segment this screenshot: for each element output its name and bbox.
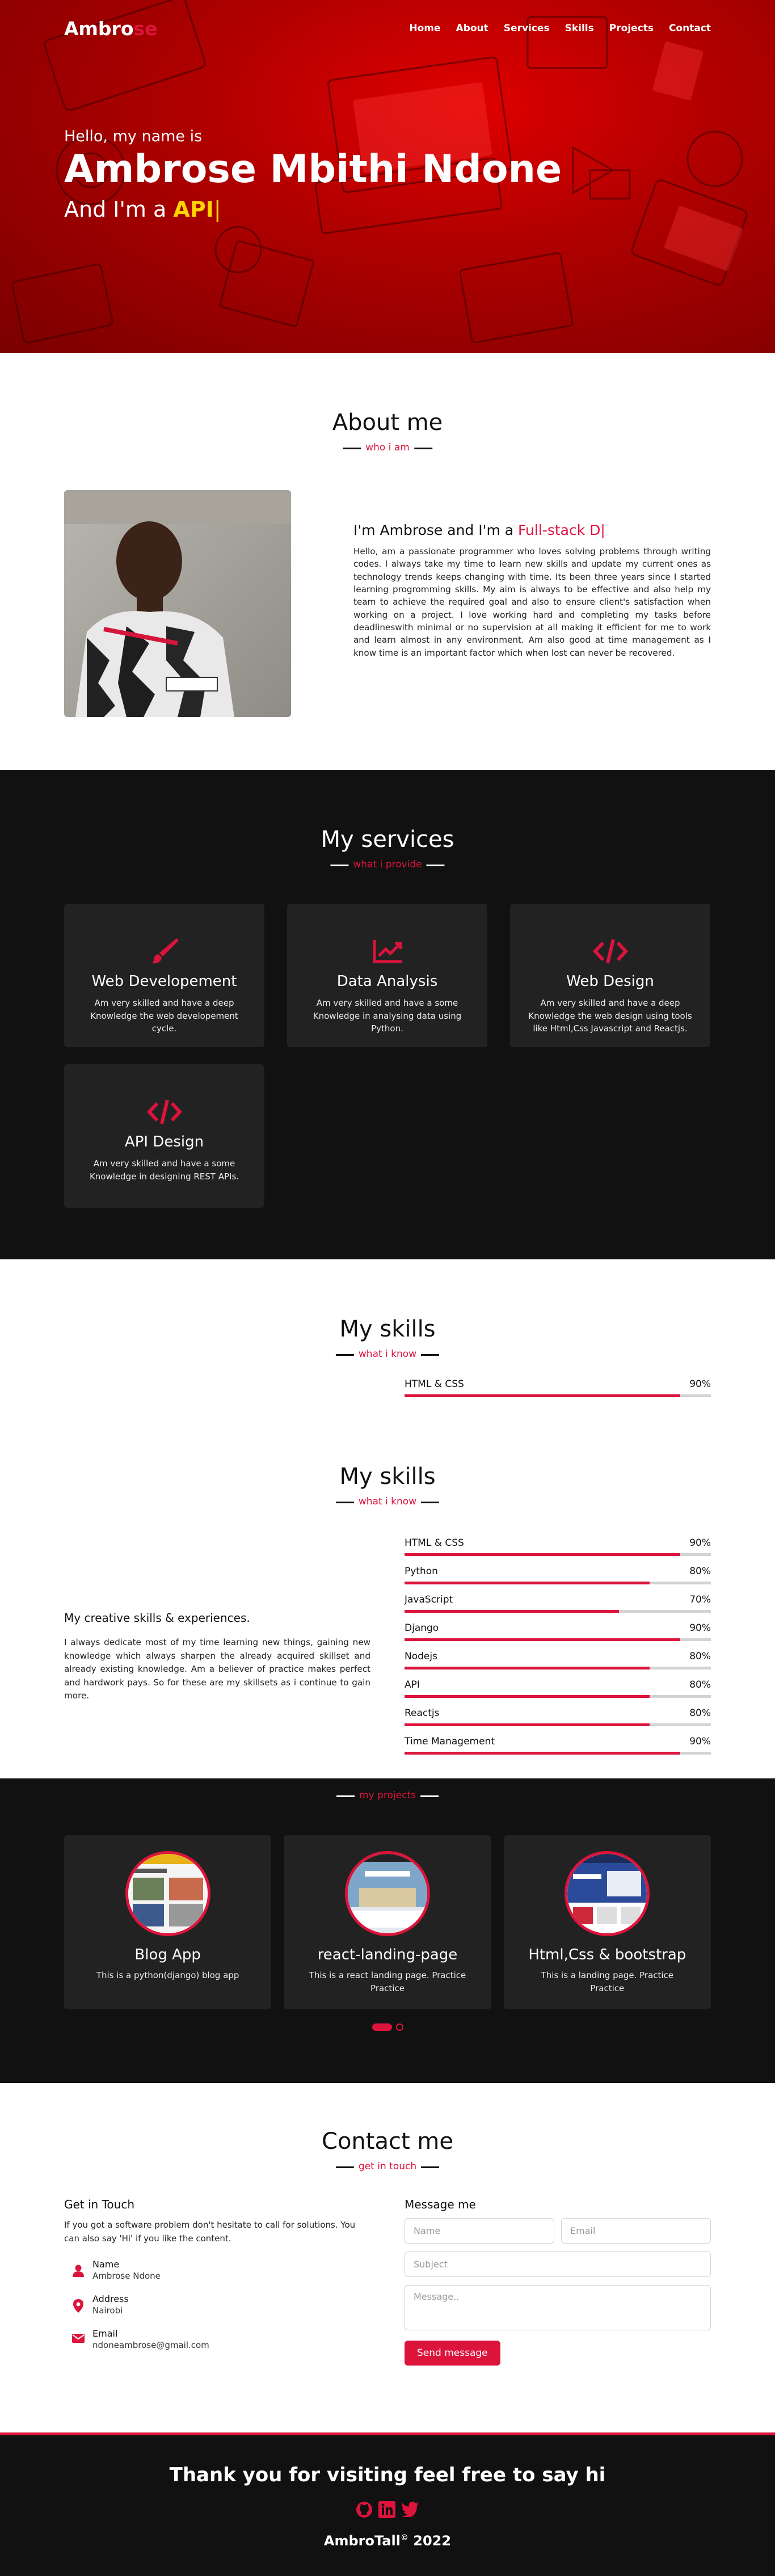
skills-subtitle: what i know <box>335 1496 440 1507</box>
contact-title: Contact me get in touch <box>322 2128 453 2172</box>
profile-photo <box>64 490 291 717</box>
skill-bar-nodejs: Nodejs 80% <box>405 1651 711 1669</box>
about-title: About me who i am <box>332 410 443 453</box>
contact-form-heading: Message me <box>405 2198 476 2211</box>
subject-field[interactable]: Subject <box>405 2252 711 2277</box>
nav-about[interactable]: About <box>456 23 488 34</box>
footer: Thank you for visiting feel free to say … <box>0 2432 775 2576</box>
skill-bar-time-management: Time Management 90% <box>405 1736 711 1755</box>
github-icon[interactable] <box>356 2501 373 2520</box>
social-links <box>0 2501 775 2520</box>
contact-subtitle: get in touch <box>335 2161 440 2172</box>
navbar: Ambrose Home About Services Skills Proje… <box>0 0 775 57</box>
skill-bar-html-css: HTML & CSS 90% <box>405 1537 711 1556</box>
nav-projects[interactable]: Projects <box>609 23 654 34</box>
twitter-icon[interactable] <box>401 2501 419 2520</box>
name-field[interactable]: Name <box>405 2218 554 2244</box>
projects-subtitle: my projects <box>336 1790 439 1801</box>
skills-paragraph: I always dedicate most of my time learni… <box>64 1637 370 1701</box>
code-icon <box>528 935 692 967</box>
send-message-button[interactable]: Send message <box>405 2341 500 2366</box>
project-thumbnail <box>125 1851 210 1936</box>
service-card-web-design[interactable]: Web Design Am very skilled and have a de… <box>510 904 710 1047</box>
contact-section: Contact me get in touch Get in Touch If y… <box>0 2083 775 2432</box>
about-paragraph: Hello, am a passionate programmer who lo… <box>353 546 711 658</box>
typing-cursor: | <box>213 196 221 222</box>
email-field[interactable]: Email <box>561 2218 711 2244</box>
nav-menu: Home About Services Skills Projects Cont… <box>409 23 711 34</box>
chart-line-icon <box>305 935 469 967</box>
project-thumbnail <box>344 1851 430 1936</box>
nav-services[interactable]: Services <box>504 23 550 34</box>
footer-thanks: Thank you for visiting feel free to say … <box>169 2464 606 2486</box>
paint-brush-icon <box>82 935 246 967</box>
skills-title: My skills what i know <box>335 1316 440 1360</box>
skills-title: My skills what i know <box>335 1464 440 1507</box>
service-card-web-development[interactable]: Web Developement Am very skilled and hav… <box>64 904 264 1047</box>
services-subtitle: what i provide <box>330 859 445 870</box>
code-icon <box>82 1096 246 1128</box>
service-card-data-analysis[interactable]: Data Analysis Am very skilled and have a… <box>287 904 487 1047</box>
contact-info-name: Name Ambrose Ndone <box>64 2259 370 2281</box>
service-card-api-design[interactable]: API Design Am very skilled and have a so… <box>64 1064 264 1208</box>
home-name: Ambrose Mbithi Ndone <box>64 147 562 192</box>
about-section: About me who i am I'm Ambrose and I'm a … <box>0 353 775 770</box>
nav-home[interactable]: Home <box>409 23 440 34</box>
project-thumbnail <box>565 1851 650 1936</box>
skill-bar-api: API 80% <box>405 1679 711 1698</box>
contact-info-email: Email ndoneambrose@gmail.com <box>64 2328 370 2350</box>
skills-section: My skills what i know HTML & CSS 90% My sk… <box>0 1259 775 1778</box>
nav-skills[interactable]: Skills <box>565 23 594 34</box>
carousel-dots <box>64 2023 711 2031</box>
home-role: And I'm a API| <box>64 196 221 222</box>
copyright: AmbroTall© 2022 <box>323 2533 452 2549</box>
logo[interactable]: Ambrose <box>64 18 158 40</box>
skill-bar-reactjs: Reactjs 80% <box>405 1708 711 1726</box>
projects-section: my projects Blog App This is a python(dj… <box>0 1778 775 2083</box>
project-card-blog-app[interactable]: Blog App This is a python(django) blog a… <box>64 1835 272 2009</box>
contact-info-address: Address Nairobi <box>64 2293 370 2316</box>
project-card-html-css-bootstrap[interactable]: Html,Css & bootstrap This is a landing p… <box>503 1835 711 2009</box>
skill-bar-python: Python 80% <box>405 1566 711 1584</box>
envelope-icon <box>64 2328 92 2343</box>
contact-left-paragraph: If you got a software problem don't hesi… <box>64 2220 356 2244</box>
skill-bar: HTML & CSS 90% <box>405 1378 711 1397</box>
map-marker-icon <box>64 2293 92 2313</box>
skills-heading: My creative skills & experiences. <box>64 1611 250 1625</box>
user-icon <box>64 2259 92 2277</box>
skill-bars: HTML & CSS 90% Python 80% JavaScript 70% Dj… <box>405 1537 711 1764</box>
services-title: My services what i provide <box>321 827 454 870</box>
projects-title: my projects <box>64 1778 711 1807</box>
project-card-react-landing-page[interactable]: react-landing-page This is a react landi… <box>284 1835 491 2009</box>
linkedin-icon[interactable] <box>378 2501 395 2520</box>
about-heading-typed: Full-stack D <box>518 522 601 538</box>
about-heading: I'm Ambrose and I'm a Full-stack D| <box>353 522 605 538</box>
home-greeting: Hello, my name is <box>64 128 203 145</box>
services-section: My services what i provide Web Developeme… <box>0 770 775 1259</box>
skill-bar-django: Django 90% <box>405 1622 711 1641</box>
skill-bar-javascript: JavaScript 70% <box>405 1594 711 1613</box>
nav-contact[interactable]: Contact <box>669 23 711 34</box>
contact-left-heading: Get in Touch <box>64 2198 134 2211</box>
about-subtitle: who i am <box>343 442 432 453</box>
carousel-dot-2[interactable] <box>395 2023 403 2031</box>
carousel-dot-1[interactable] <box>372 2023 392 2031</box>
message-field[interactable]: Message.. <box>405 2285 711 2330</box>
home-role-typed: API <box>173 196 214 222</box>
